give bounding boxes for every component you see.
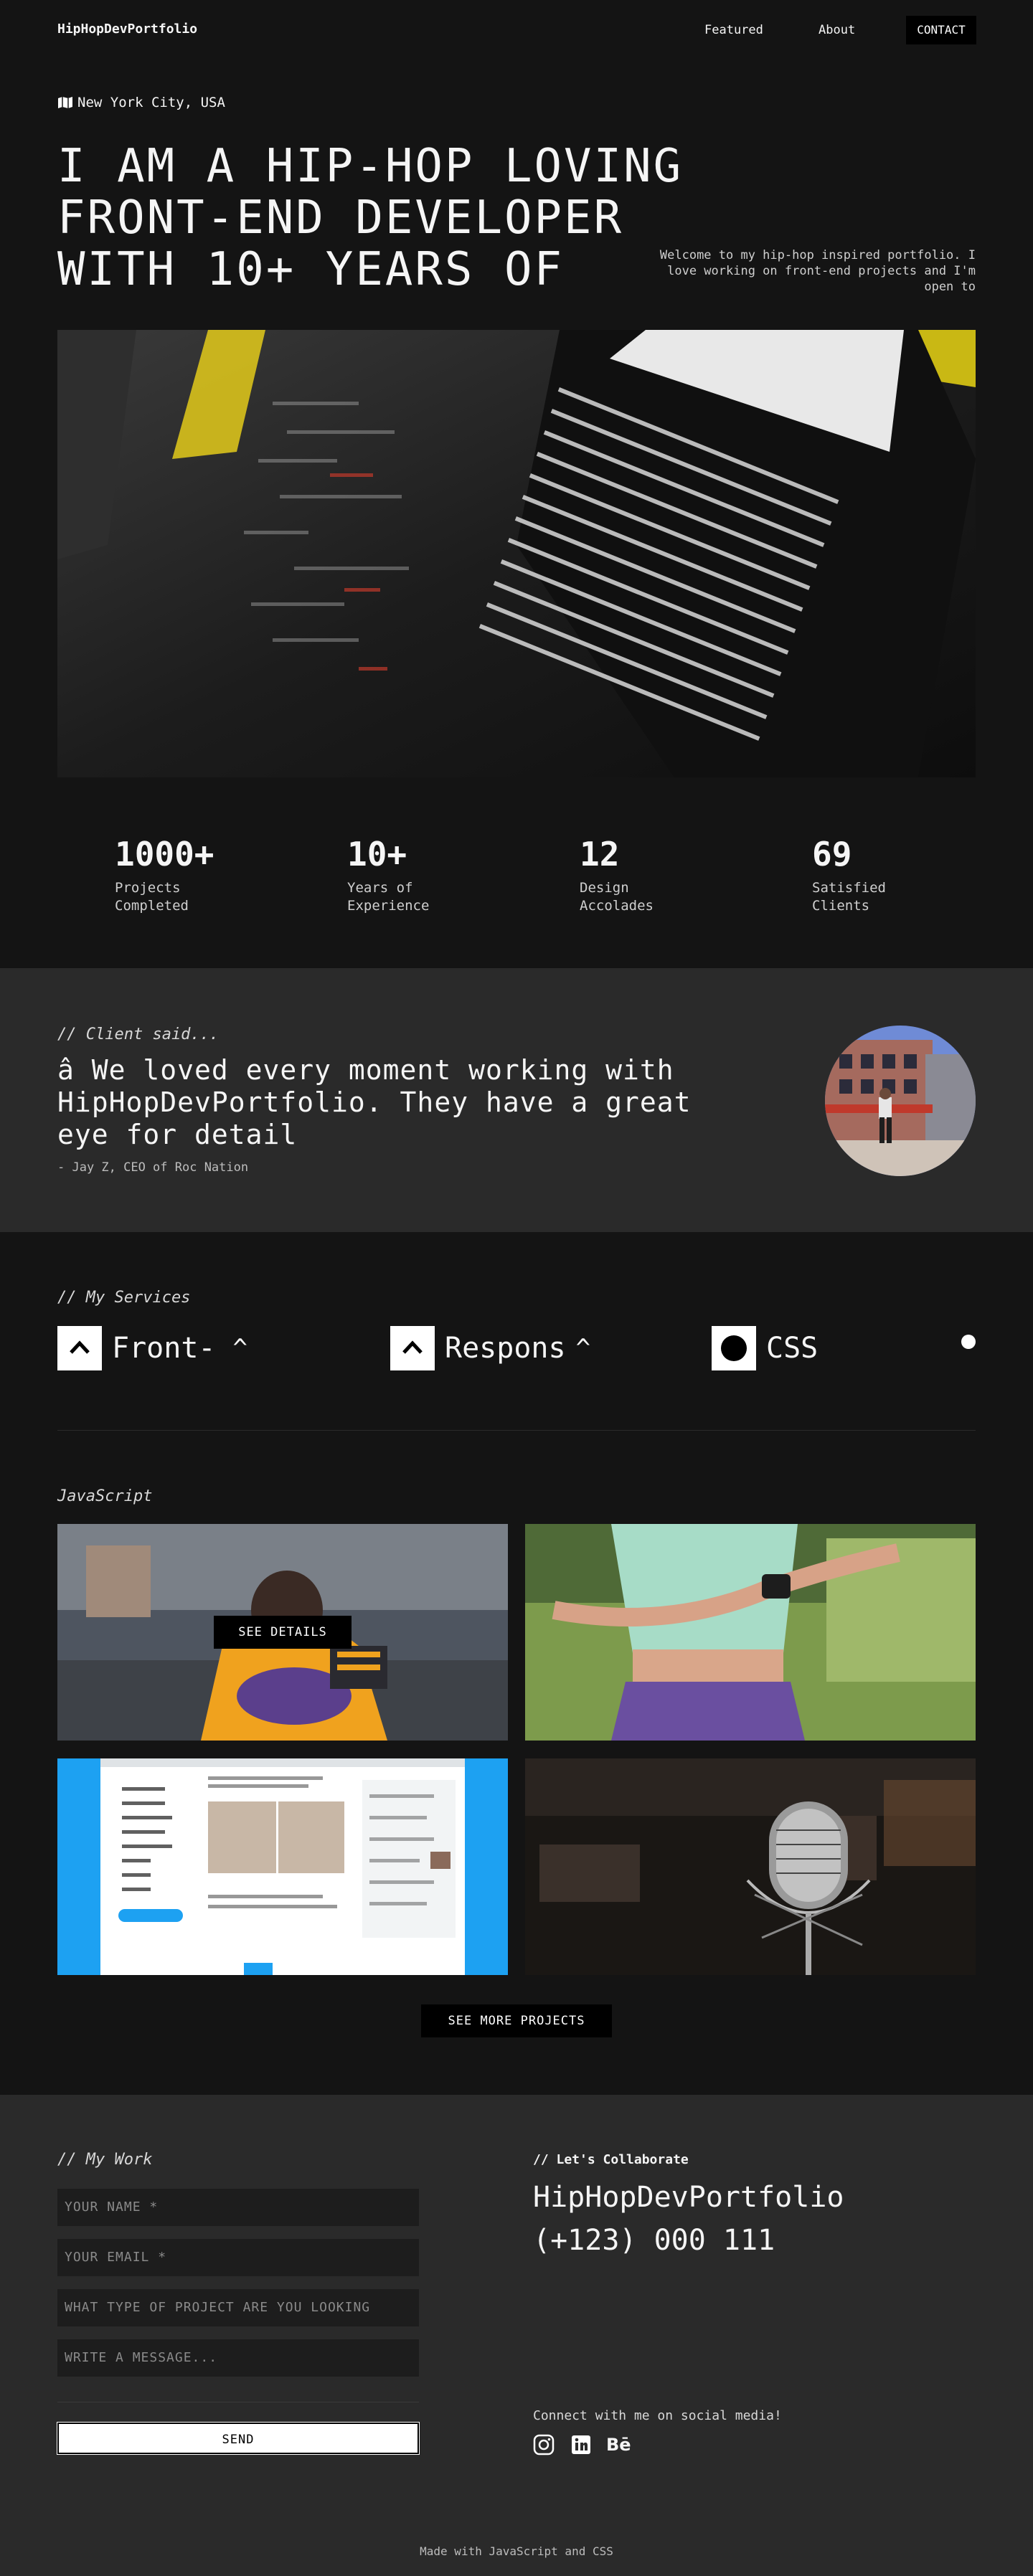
email-field[interactable]: YOUR EMAIL * [57,2239,419,2276]
service-label: CSS [766,1332,819,1365]
top-nav: HipHopDevPortfolio Featured About CONTAC… [0,0,1033,60]
testimonial-kicker: // Client said... [57,1026,220,1043]
divider [57,1430,976,1431]
stat-value: 12 [580,835,620,873]
brand-logo[interactable]: HipHopDevPortfolio [57,22,197,37]
stat-value: 69 [812,835,852,873]
nav-link-featured[interactable]: Featured [704,23,763,37]
testimonial-quote: â We loved every moment working with Hip… [57,1054,692,1150]
see-more-projects-button[interactable]: SEE MORE PROJECTS [421,2004,612,2037]
service-css[interactable]: CSS [712,1325,818,1371]
contact-kicker: // My Work [57,2151,153,2169]
hero-title: I AM A HIP-HOP LOVING FRONT-END DEVELOPE… [57,140,684,296]
project-card-4[interactable] [525,1758,976,1975]
linkedin-icon[interactable] [570,2434,592,2456]
message-field[interactable]: WRITE A MESSAGE... [57,2339,419,2377]
service-label: Respons [445,1332,566,1365]
project-card-3[interactable] [57,1758,508,1975]
projects-kicker: JavaScript [57,1487,153,1505]
contact-button[interactable]: CONTACT [906,16,976,44]
stat-label: Projects Completed [115,880,189,914]
service-responsive[interactable]: Respons ^ [390,1325,590,1371]
nav-link-about[interactable]: About [819,23,855,37]
location-text: New York City, USA [77,95,225,110]
stat-label: Design Accolades [580,880,654,914]
circle-icon [712,1326,756,1370]
stat-accolades: 12 Design Accolades [580,835,752,915]
caret-icon: ^ [232,1334,247,1363]
service-label: Front- [112,1332,216,1365]
hero-intro: Welcome to my hip-hop inspired portfolio… [659,248,976,294]
stat-value: 1000+ [115,835,214,873]
collaborate-phone: (+123) 000 111 [533,2224,775,2257]
hero-image-terminal [57,330,976,777]
send-button[interactable]: SEND [57,2422,420,2455]
testimonial-author: - Jay Z, CEO of Roc Nation [57,1160,249,1175]
service-front-end[interactable]: Front- ^ [57,1325,247,1371]
social-label: Connect with me on social media! [533,2408,782,2423]
project-card-1[interactable]: SEE DETAILS [57,1524,508,1741]
stat-clients: 69 Satisfied Clients [812,835,984,915]
behance-icon[interactable]: Bē [606,2434,635,2456]
stat-value: 10+ [347,835,407,873]
instagram-icon[interactable] [533,2434,555,2456]
services-kicker: // My Services [57,1289,191,1307]
testimonial-section: // Client said... â We loved every momen… [0,968,1033,1232]
location: New York City, USA [57,95,225,110]
chevron-up-icon [57,1326,102,1370]
see-details-button[interactable]: SEE DETAILS [214,1616,352,1649]
project-card-2[interactable] [525,1524,976,1741]
client-avatar [825,1026,976,1176]
chevron-up-icon [390,1326,435,1370]
footer-text: Made with JavaScript and CSS [420,2544,613,2558]
collaborate-name: HipHopDevPortfolio [533,2181,844,2214]
name-field[interactable]: YOUR NAME * [57,2189,419,2226]
contact-section: // My Work YOUR NAME * YOUR EMAIL * WHAT… [0,2095,1033,2576]
carousel-dot[interactable] [961,1335,976,1349]
project-type-field[interactable]: WHAT TYPE OF PROJECT ARE YOU LOOKING FOR… [57,2289,419,2352]
caret-icon: ^ [575,1334,591,1363]
stat-years: 10+ Years of Experience [347,835,519,915]
stat-label: Years of Experience [347,880,430,914]
stat-projects: 1000+ Projects Completed [115,835,287,915]
map-icon [58,97,72,108]
collaborate-kicker: // Let's Collaborate [533,2152,689,2167]
stat-label: Satisfied Clients [812,880,886,914]
